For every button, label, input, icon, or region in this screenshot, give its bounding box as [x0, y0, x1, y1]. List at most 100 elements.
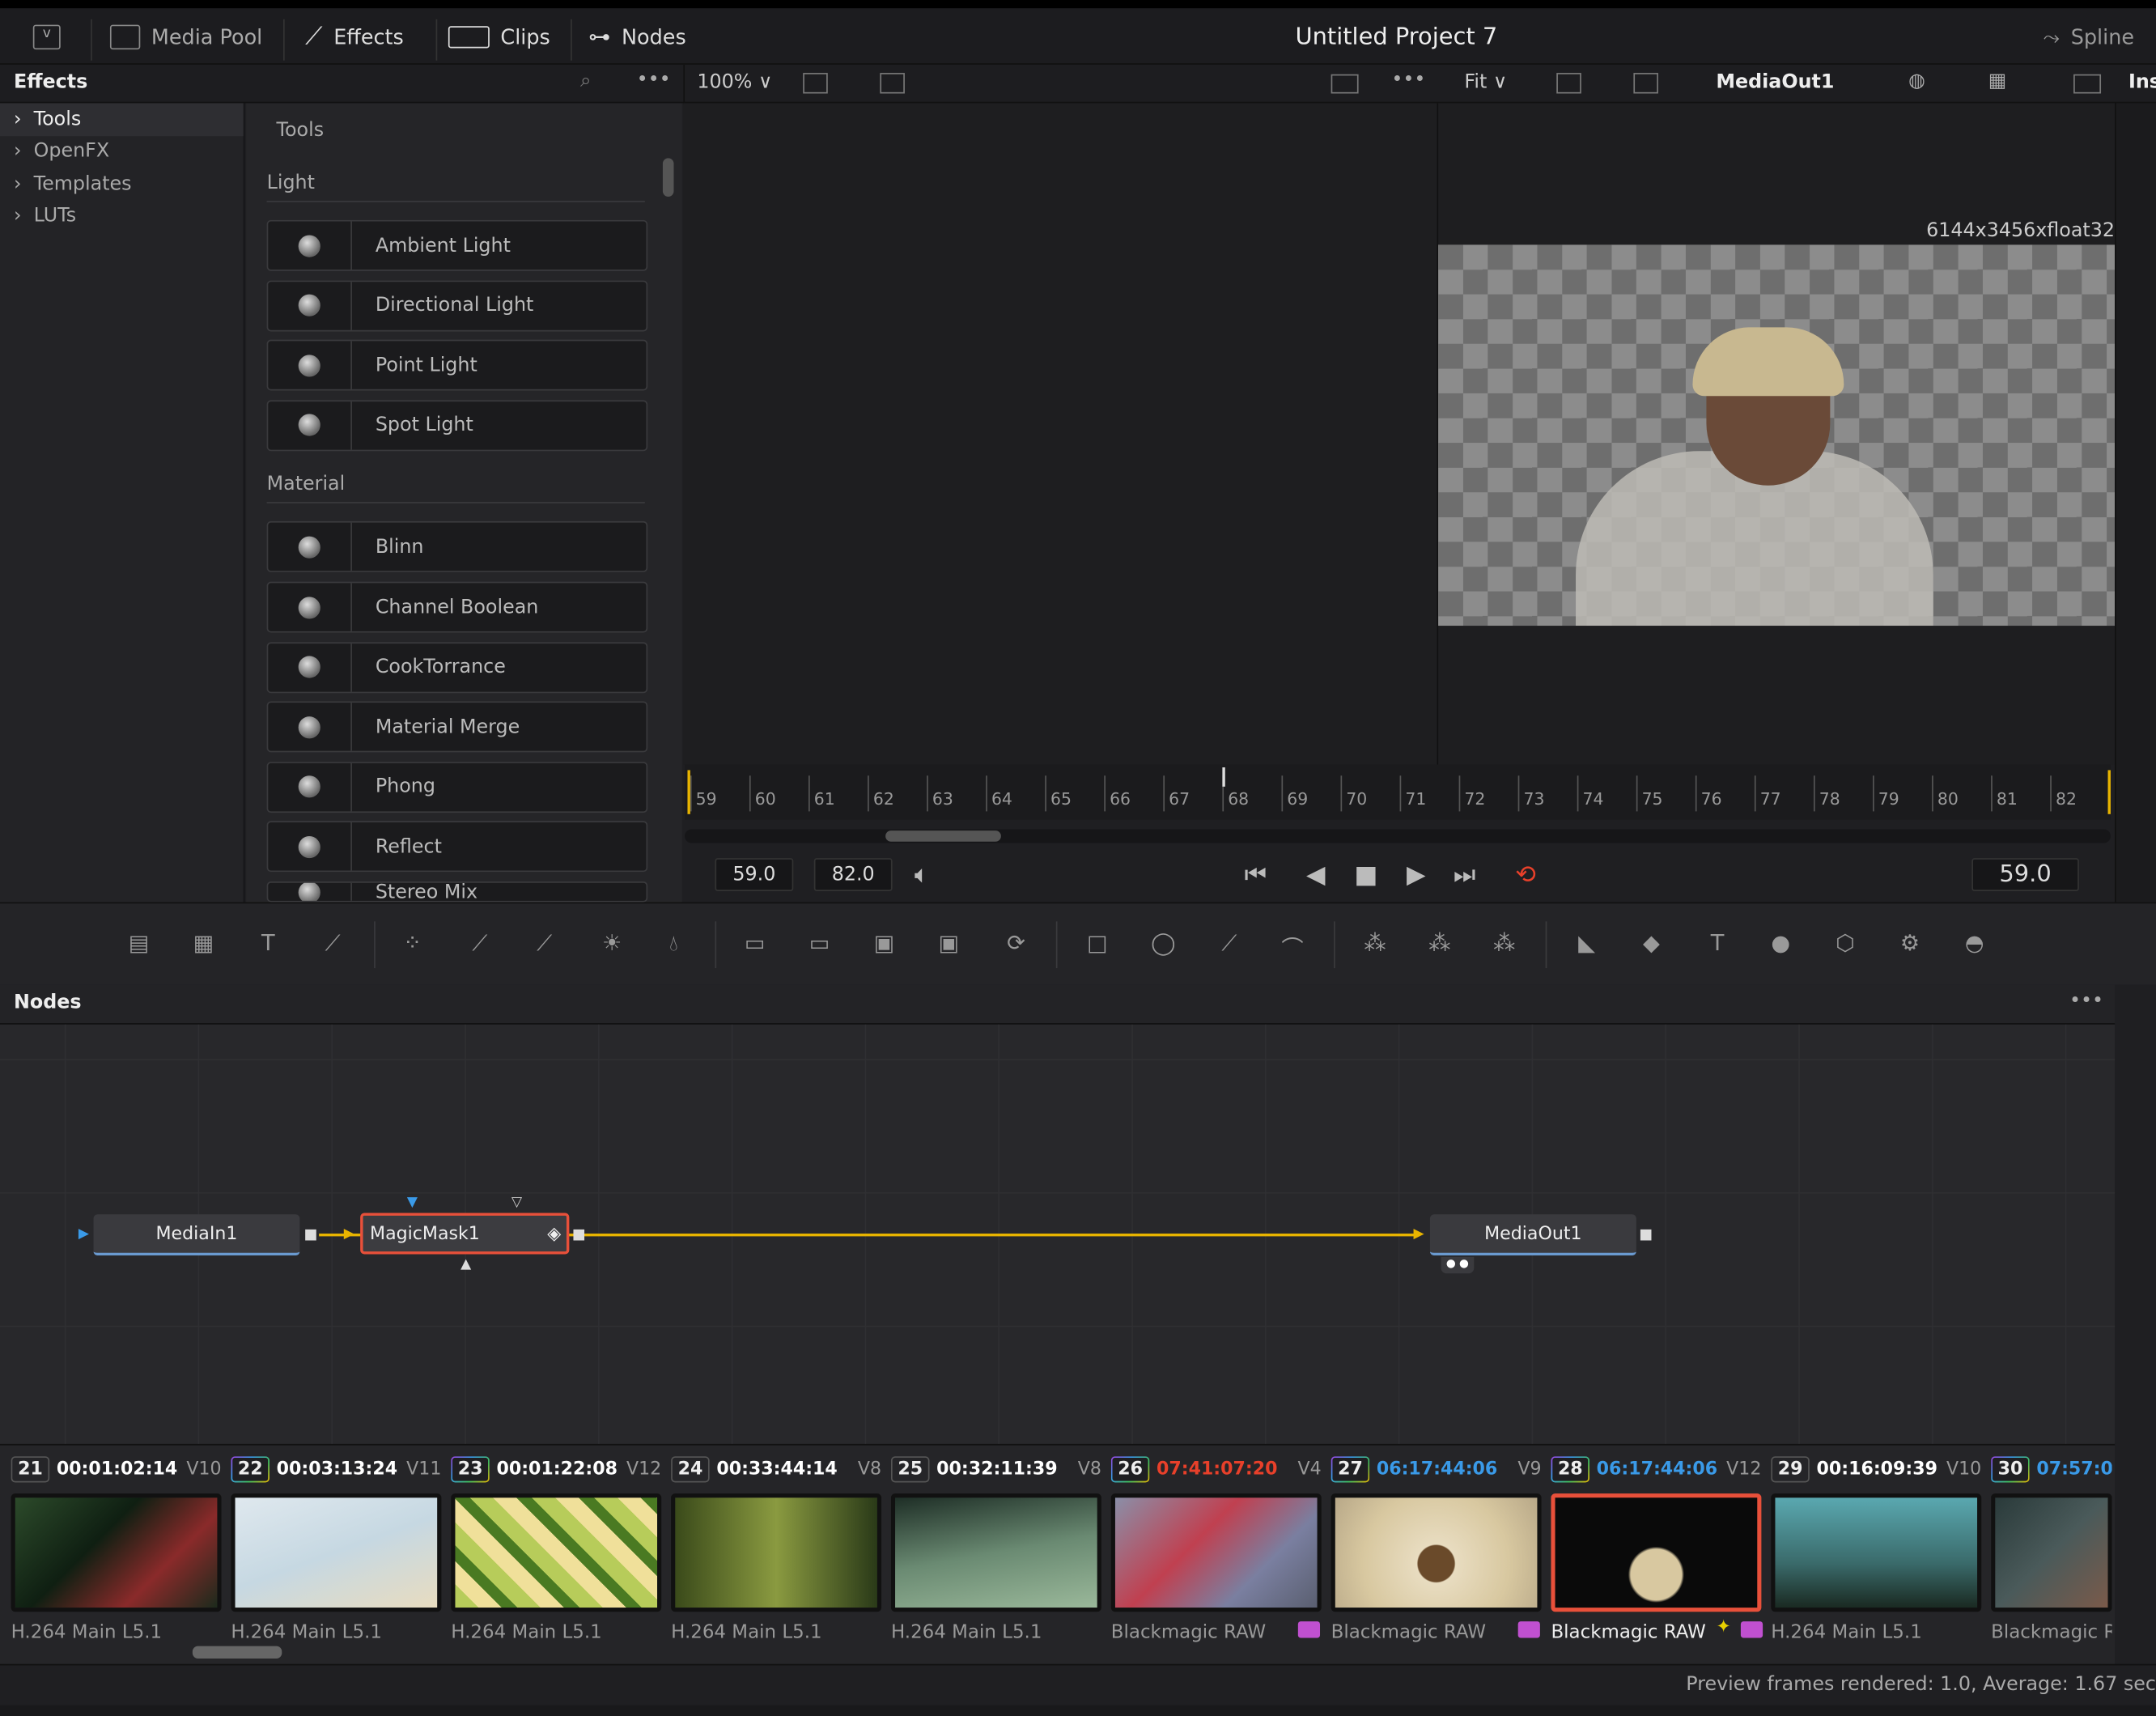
clip-thumbnail-item[interactable]: 27 06:17:44:06 V9 Blackmagic RAW — [1331, 1452, 1542, 1643]
workspace-menu-button[interactable]: v — [32, 8, 61, 65]
mask-input-icon[interactable]: ▼ — [407, 1195, 418, 1210]
color-corrector-icon[interactable]: ☀ — [596, 930, 629, 958]
nodes-more-icon[interactable]: ••• — [2069, 990, 2103, 1012]
color-curves-icon[interactable]: ⟋ — [464, 930, 497, 958]
text-3d-icon[interactable]: T — [1701, 930, 1734, 958]
clip-thumbnail-item[interactable]: 21 00:01:02:14 V10 H.264 Main L5.1 — [11, 1452, 222, 1643]
camera-3d-icon[interactable]: ◓ — [1958, 930, 1991, 958]
loop-button[interactable]: ⟲ — [1515, 861, 1536, 890]
polygon-mask-icon[interactable]: ⟋ — [1213, 930, 1246, 958]
current-frame-field[interactable]: 59.0 — [1971, 858, 2079, 891]
play-button[interactable]: ▶︎ — [1407, 861, 1426, 890]
renderer-3d-icon[interactable]: ⬡ — [1829, 930, 1862, 958]
render-end-field[interactable]: 82.0 — [813, 858, 893, 891]
tree-item-templates[interactable]: › Templates — [0, 168, 244, 200]
color-channels-icon[interactable]: ◍ — [1908, 70, 1925, 92]
effects-button[interactable]: ⟋ Effects — [305, 8, 404, 65]
clip-thumbnail-item[interactable]: 26 07:41:07:20 V4 Blackmagic RAW — [1110, 1452, 1322, 1643]
playhead[interactable] — [1222, 767, 1225, 787]
output-port[interactable] — [1640, 1229, 1652, 1241]
viewer2-lut-icon[interactable] — [1633, 73, 1658, 94]
tool-item[interactable]: Stereo Mix — [266, 881, 648, 903]
viewer-b-icon[interactable] — [1556, 73, 1581, 94]
shape-3d-icon[interactable]: ◆ — [1635, 930, 1668, 958]
viewer-a-icon[interactable] — [803, 73, 828, 94]
render-start-field[interactable]: 59.0 — [715, 858, 794, 891]
merge-3d-icon[interactable]: ● — [1764, 930, 1797, 958]
tool-item[interactable]: Phong — [266, 761, 648, 813]
clip-thumbnail-item[interactable]: 29 00:16:09:39 V10 H.264 Main L5.1 — [1771, 1452, 1982, 1643]
fast-noise-icon[interactable]: ▦ — [187, 930, 220, 958]
merge-icon[interactable]: ▭ — [738, 930, 771, 958]
loader-icon[interactable]: ▣ — [932, 930, 966, 958]
blur-icon[interactable]: 💧︎ — [657, 930, 690, 958]
timeline-scrollbar[interactable] — [685, 829, 2111, 843]
effect-mask-input-icon[interactable]: ▽ — [511, 1195, 522, 1210]
tool-item[interactable]: CookTorrance — [266, 641, 648, 693]
matte-control-icon[interactable]: ▣ — [868, 930, 901, 958]
grid-icon[interactable]: ▦ — [1988, 70, 2006, 92]
output-port[interactable] — [573, 1229, 585, 1241]
node-magicmask1[interactable]: MagicMask1 ◈ — [360, 1213, 570, 1255]
tool-item[interactable]: Channel Boolean — [266, 581, 648, 633]
clip-strip-scrollbar[interactable] — [192, 1646, 282, 1659]
garbage-mask-input-icon[interactable]: ▲ — [460, 1257, 471, 1272]
media-pool-button[interactable]: Media Pool — [109, 8, 262, 65]
tool-item[interactable]: Blinn — [266, 521, 648, 573]
viewer-lut-icon[interactable] — [880, 73, 905, 94]
output-port[interactable] — [305, 1229, 316, 1241]
go-to-start-button[interactable]: ⏮︎ — [1245, 861, 1267, 890]
spline-button[interactable]: ⤳ Spline — [2044, 8, 2134, 65]
frame-ruler[interactable]: 59 60 61 62 63 64 65 66 67 68 69 70 71 72 73 74 75 76 77 78… — [685, 764, 2111, 820]
p-emitter-icon[interactable]: ⁂ — [1359, 930, 1392, 958]
audio-icon[interactable]: 🔈︎ — [915, 861, 929, 890]
viewer-left[interactable] — [683, 103, 1436, 765]
viewer2-fit-select[interactable]: Fit ∨ — [1464, 71, 1507, 93]
go-to-end-button[interactable]: ⏭︎ — [1454, 861, 1476, 890]
saver-icon[interactable]: ⟳ — [999, 930, 1033, 958]
particles-icon[interactable]: ⁘ — [396, 930, 429, 958]
stop-button[interactable]: ■ — [1354, 861, 1377, 890]
step-back-button[interactable]: ◀︎ — [1306, 861, 1326, 890]
tree-item-openfx[interactable]: › OpenFX — [0, 135, 244, 168]
clip-thumbnail-item[interactable]: 25 00:32:11:39 V8 H.264 Main L5.1 — [890, 1452, 1101, 1643]
clip-thumbnail-item[interactable]: 28 06:17:44:06 V12 Blackmagic RAW — [1551, 1452, 1762, 1643]
tool-item[interactable]: Spot Light — [266, 400, 648, 451]
viewer-more-icon[interactable]: ••• — [1391, 69, 1425, 91]
tree-item-luts[interactable]: › LUTs — [0, 200, 244, 232]
channel-booleans-icon[interactable]: ▭ — [803, 930, 836, 958]
tool-item[interactable]: Material Merge — [266, 701, 648, 753]
ellipse-mask-icon[interactable]: ◯ — [1147, 930, 1180, 958]
clip-thumbnail-item[interactable]: 22 00:03:13:24 V11 H.264 Main L5.1 — [231, 1452, 442, 1643]
brightness-contrast-icon[interactable]: ⟋ — [528, 930, 561, 958]
viewer-right[interactable]: 6144x3456xfloat32 — [1437, 103, 2116, 765]
clip-thumbnail-item[interactable]: 23 00:01:22:08 V12 H.264 Main L5.1 — [451, 1452, 662, 1643]
tool-item[interactable]: Directional Light — [266, 279, 648, 331]
clip-thumbnail-item[interactable]: 30 07:57:0 Blackmagic RAW — [1991, 1452, 2112, 1643]
text-icon[interactable]: T — [252, 930, 285, 958]
paint-icon[interactable]: ⟋ — [316, 930, 350, 958]
bg-icon[interactable]: ▤ — [122, 930, 155, 958]
single-view-icon[interactable] — [1331, 74, 1359, 94]
rectangle-mask-icon[interactable]: □ — [1080, 930, 1114, 958]
tool-item[interactable]: Reflect — [266, 821, 648, 873]
node-mediaout1[interactable]: MediaOut1 — [1429, 1214, 1636, 1256]
viewer1-zoom-select[interactable]: 100% ∨ — [697, 71, 772, 93]
clip-thumbnail-item[interactable]: 24 00:33:44:14 V8 H.264 Main L5.1 — [671, 1452, 882, 1643]
dual-view-icon[interactable] — [2073, 74, 2102, 94]
tools-scrollbar[interactable] — [662, 158, 674, 197]
image-plane-3d-icon[interactable]: ◣ — [1570, 930, 1603, 958]
bspline-mask-icon[interactable]: ⌒ — [1276, 930, 1309, 961]
clips-button[interactable]: Clips — [448, 8, 550, 65]
node-mediain1[interactable]: MediaIn1 — [93, 1214, 300, 1256]
p-merge-icon[interactable]: ⁂ — [1488, 930, 1521, 958]
inspector-tab[interactable]: Ins — [2128, 71, 2156, 93]
tree-item-tools[interactable]: › Tools — [0, 103, 244, 136]
tool-item[interactable]: Point Light — [266, 339, 648, 391]
more-options-icon[interactable]: ••• — [637, 69, 671, 91]
nodes-button[interactable]: ⊶ Nodes — [588, 8, 686, 65]
spot-light-icon[interactable]: ⚙ — [1893, 930, 1926, 958]
node-editor[interactable]: ▶ MediaIn1 ▶ MagicMask1 ◈ ▼ ▽ ▲ ▶ MediaOu… — [0, 1024, 2116, 1444]
p-render-icon[interactable]: ⁂ — [1423, 930, 1456, 958]
search-icon[interactable]: ⌕ — [580, 70, 591, 92]
